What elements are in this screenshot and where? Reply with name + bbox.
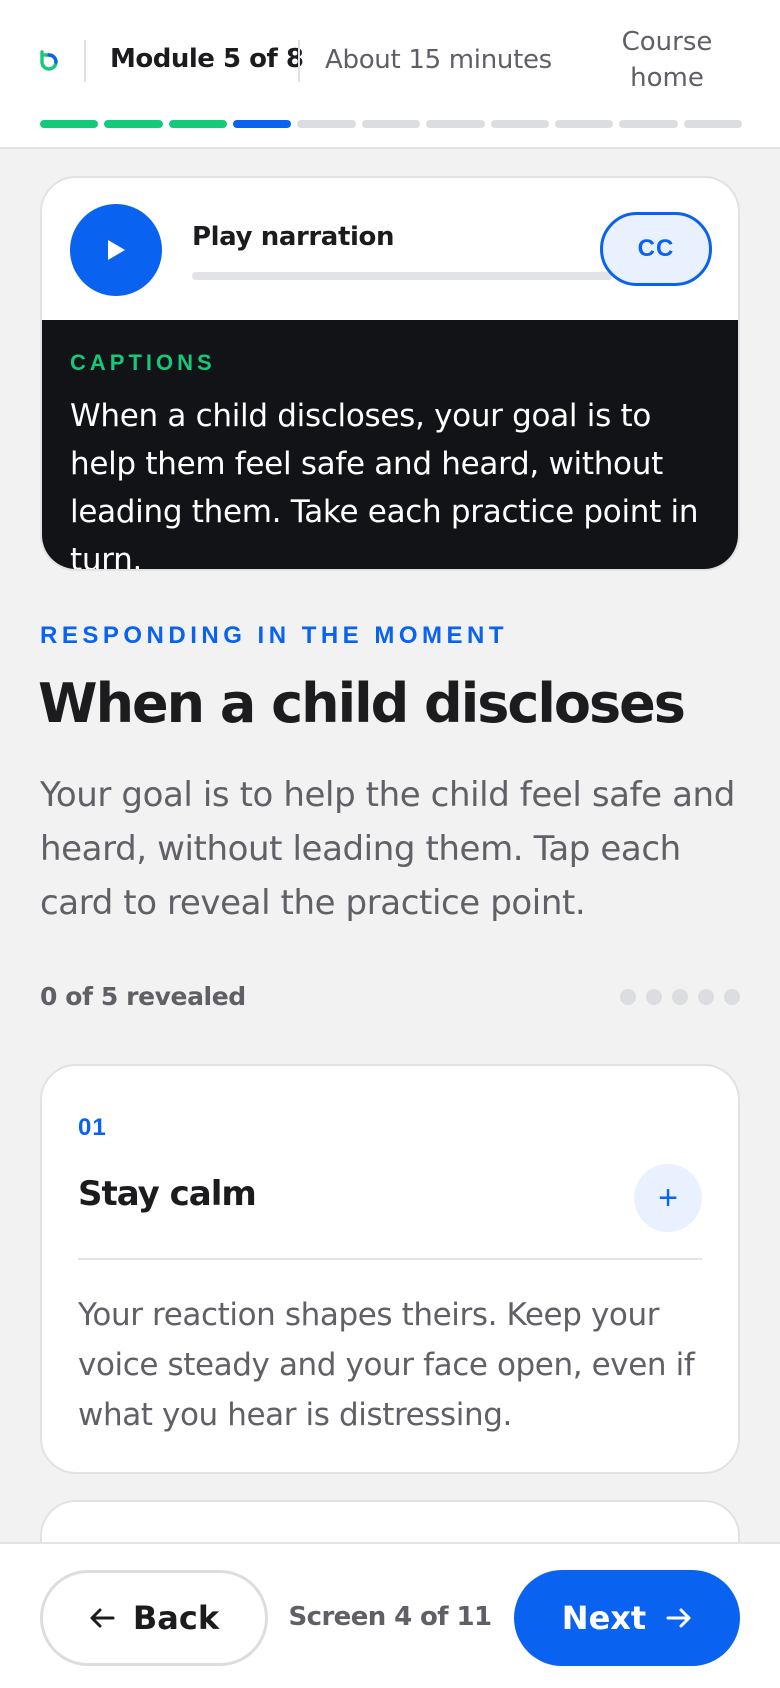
- arrow-left-icon: [90, 1608, 115, 1628]
- progress-segment: [104, 120, 163, 128]
- bottom-navigation: Back Screen 4 of 11 Next: [0, 1542, 780, 1688]
- narration-progress-track[interactable]: [192, 272, 612, 280]
- next-button[interactable]: Next: [514, 1570, 740, 1666]
- card-number: 01: [78, 1114, 107, 1141]
- plus-icon: +: [658, 1178, 678, 1217]
- play-narration-label: Play narration: [192, 222, 395, 252]
- module-progress-bar: [40, 120, 742, 128]
- course-home-link[interactable]: Course home: [592, 24, 742, 96]
- progress-segment: [554, 120, 614, 128]
- narration-card: Play narration CC CAPTIONS When a child …: [40, 176, 740, 571]
- section-eyebrow: RESPONDING IN THE MOMENT: [40, 622, 509, 649]
- back-button[interactable]: Back: [40, 1570, 268, 1666]
- next-label: Next: [561, 1599, 647, 1637]
- captions-text: When a child discloses, your goal is to …: [70, 398, 699, 571]
- progress-segment: [683, 120, 742, 128]
- back-label: Back: [132, 1599, 220, 1637]
- reveal-dot: [724, 989, 740, 1005]
- card-title: Stay calm: [78, 1174, 257, 1214]
- reveal-progress-dots: [620, 989, 740, 1005]
- play-button[interactable]: [70, 204, 162, 296]
- reveal-dot: [646, 989, 662, 1005]
- practice-card[interactable]: 01 Stay calm + Your reaction shapes thei…: [40, 1064, 740, 1474]
- arrow-right-icon: [666, 1608, 691, 1628]
- progress-segment: [233, 120, 292, 128]
- expand-card-button[interactable]: +: [634, 1164, 702, 1232]
- captions-panel: CAPTIONS When a child discloses, your go…: [42, 320, 738, 571]
- header-divider: [298, 40, 300, 82]
- progress-segment: [168, 120, 228, 128]
- progress-segment: [40, 120, 99, 128]
- card-body: Your reaction shapes theirs. Keep your v…: [78, 1297, 695, 1433]
- logo-icon: [40, 50, 58, 71]
- module-indicator: Module 5 of 8: [110, 44, 304, 74]
- captions-label: CAPTIONS: [70, 350, 216, 375]
- progress-segment: [490, 120, 549, 128]
- screen-counter: Screen 4 of 11: [288, 1602, 493, 1632]
- card-divider: [78, 1258, 702, 1260]
- top-bar: Module 5 of 8 About 15 minutes Course ho…: [0, 0, 780, 149]
- progress-segment: [361, 120, 421, 128]
- page-title: When a child discloses: [38, 672, 686, 735]
- header-divider: [84, 40, 86, 82]
- captions-toggle-button[interactable]: CC: [600, 212, 712, 286]
- play-icon: [108, 240, 125, 260]
- progress-segment: [426, 120, 485, 128]
- reveal-dot: [672, 989, 688, 1005]
- page-description: Your goal is to help the child feel safe…: [40, 775, 735, 923]
- duration-label: About 15 minutes: [325, 45, 552, 75]
- reveal-dot: [620, 989, 636, 1005]
- revealed-count: 0 of 5 revealed: [40, 982, 246, 1011]
- progress-segment: [297, 120, 356, 128]
- progress-segment: [619, 120, 678, 128]
- reveal-dot: [698, 989, 714, 1005]
